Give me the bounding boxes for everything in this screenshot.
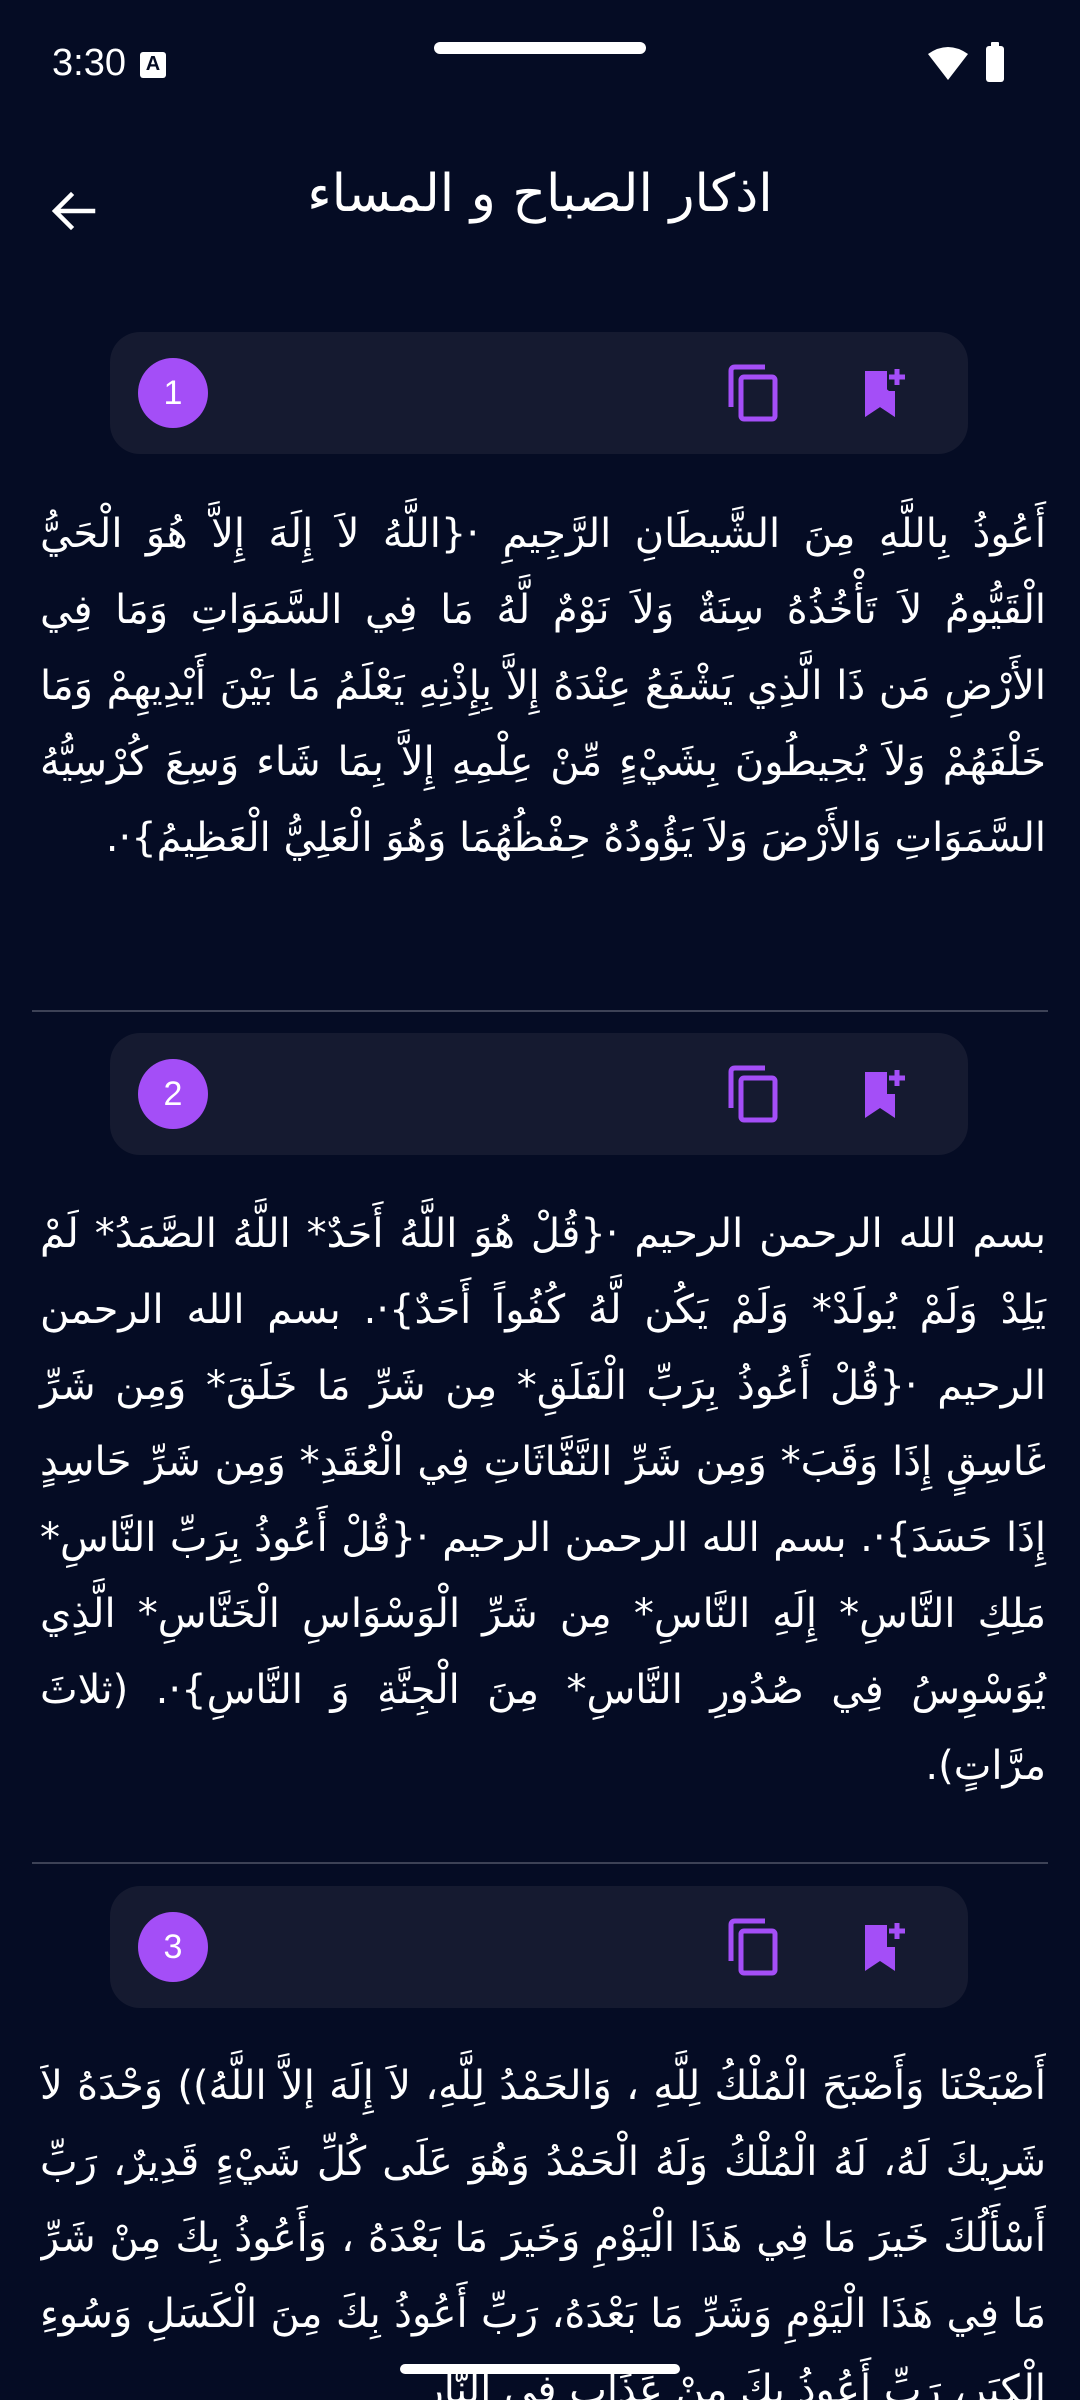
- bookmark-add-icon: [865, 1923, 905, 1971]
- battery-icon: [986, 42, 1004, 82]
- a-badge-letter: A: [145, 53, 161, 75]
- bookmark-add-icon: [865, 369, 905, 417]
- copy-icon: [728, 1918, 778, 1976]
- wifi-icon: [928, 47, 968, 80]
- zikr-card-header: 1: [110, 332, 968, 454]
- bookmark-add-icon: [865, 1070, 905, 1118]
- zikr-text: بسم الله الرحمن الرحيم ·{قُلْ هُوَ اللَّ…: [40, 1211, 1046, 1789]
- divider: [32, 1010, 1048, 1012]
- app-header: اذكار الصباح و المساء: [0, 140, 1080, 270]
- bookmark-add-button[interactable]: [850, 1914, 916, 1980]
- zikr-text: أَصْبَحْنَا وَأَصْبَحَ الْمُلْكُ لِلَّهِ…: [40, 2063, 1046, 2400]
- copy-button[interactable]: [720, 1914, 786, 1980]
- accessibility-a-icon: A: [140, 52, 166, 78]
- page-title: اذكار الصباح و المساء: [307, 164, 773, 224]
- zikr-number-badge: 1: [138, 358, 208, 428]
- bookmark-add-button[interactable]: [850, 360, 916, 426]
- copy-icon: [728, 364, 778, 422]
- zikr-text: أَعُوذُ بِاللَّهِ مِنَ الشَّيطَانِ الرَّ…: [40, 511, 1046, 861]
- bookmark-add-button[interactable]: [850, 1061, 916, 1127]
- top-handle-pill: [434, 42, 646, 54]
- status-time: 3:30: [52, 42, 126, 84]
- gesture-nav-pill[interactable]: [400, 2364, 680, 2374]
- zikr-number-badge: 2: [138, 1059, 208, 1129]
- copy-icon: [728, 1065, 778, 1123]
- zikr-number-badge: 3: [138, 1912, 208, 1982]
- copy-button[interactable]: [720, 360, 786, 426]
- zikr-card-header: 3: [110, 1886, 968, 2008]
- copy-button[interactable]: [720, 1061, 786, 1127]
- zikr-card-header: 2: [110, 1033, 968, 1155]
- divider: [32, 1862, 1048, 1864]
- status-bar: 3:30 A: [0, 0, 1080, 130]
